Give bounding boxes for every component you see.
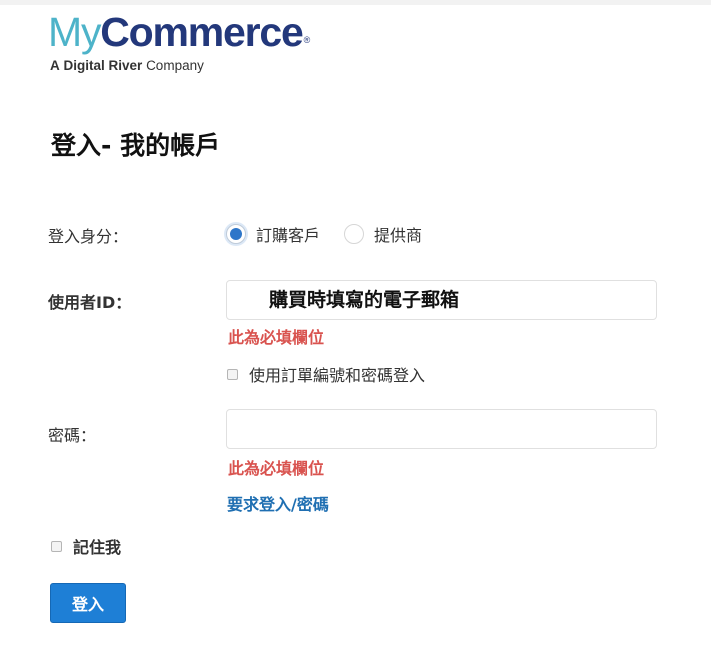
user-id-error: 此為必填欄位 — [228, 328, 325, 347]
logo-registered-mark: ® — [303, 35, 311, 45]
top-bar — [0, 0, 711, 5]
remember-me-label[interactable]: 記住我 — [73, 534, 121, 558]
radio-customer-label[interactable]: 訂購客戶 — [256, 222, 320, 246]
mycommerce-logo[interactable]: MyCommerce® A Digital River Company — [48, 9, 311, 73]
request-login-password-link[interactable]: 要求登入/密碼 — [227, 491, 329, 515]
logo-tagline-company: Company — [146, 58, 204, 73]
order-login-label[interactable]: 使用訂單編號和密碼登入 — [249, 362, 425, 386]
logo-wordmark: MyCommerce® — [48, 9, 311, 55]
logo-tagline-a: A — [50, 58, 60, 73]
order-login-checkbox[interactable] — [227, 368, 238, 380]
user-id-label: 使用者ID： — [48, 293, 132, 312]
order-login-option[interactable]: 使用訂單編號和密碼登入 — [227, 362, 425, 386]
remember-me-checkbox[interactable] — [51, 540, 62, 552]
radio-provider[interactable] — [344, 224, 365, 244]
logo-tagline-brand: Digital River — [63, 58, 143, 73]
logo-my: My — [48, 9, 101, 55]
remember-me-option[interactable]: 記住我 — [51, 534, 121, 558]
logo-commerce: Commerce — [100, 9, 304, 55]
password-input[interactable] — [226, 409, 657, 449]
password-error: 此為必填欄位 — [228, 459, 325, 478]
page-title: 登入- 我的帳戶 — [51, 131, 221, 160]
logo-tagline: A Digital River Company — [50, 58, 308, 73]
radio-provider-label[interactable]: 提供商 — [374, 222, 422, 246]
user-id-input[interactable]: 購買時填寫的電子郵箱 — [226, 280, 657, 320]
password-label: 密碼： — [48, 426, 97, 445]
radio-selected-dot — [230, 228, 242, 240]
radio-customer[interactable] — [226, 224, 246, 244]
login-type-radio-group: 訂購客戶 提供商 — [226, 222, 446, 246]
login-button[interactable]: 登入 — [50, 583, 126, 623]
login-type-label: 登入身分： — [48, 227, 129, 246]
